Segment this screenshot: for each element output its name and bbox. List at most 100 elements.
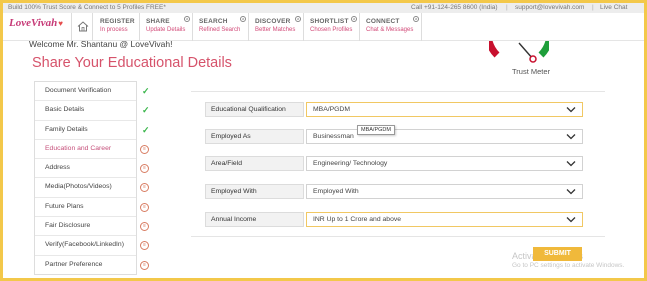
step-label: Document Verification	[45, 87, 112, 94]
annual-income-select[interactable]: INR Up to 1 Crore and above	[306, 212, 583, 227]
select-value: Employed With	[313, 188, 359, 195]
tooltip: MBA/PGDM	[357, 125, 395, 135]
topbar-separator: |	[592, 4, 594, 11]
step-label: Future Plans	[45, 202, 84, 210]
nav-subtitle: Chat & Messages	[366, 27, 414, 33]
step-family-details[interactable]: Family Details ✓	[35, 121, 150, 140]
step-label: Partner Preference	[45, 260, 103, 268]
form-row-qualification: Educational Qualification MBA/PGDM	[205, 102, 583, 117]
heart-icon: ♥	[58, 19, 64, 28]
topbar-separator: |	[506, 4, 508, 11]
nav-title: SEARCH	[199, 18, 228, 25]
chevron-down-icon	[566, 107, 576, 113]
promo-text[interactable]: Build 100% Trust Score & Connect to 5 Pr…	[8, 3, 166, 13]
select-value: Engineering/ Technology	[313, 160, 388, 167]
step-label: Family Details	[45, 125, 88, 133]
page-frame: Build 100% Trust Score & Connect to 5 Pr…	[0, 0, 647, 281]
pending-icon: ≡	[140, 183, 149, 193]
nav-title: DISCOVER	[255, 18, 291, 25]
step-partner-preference[interactable]: Partner Preference ≡	[35, 256, 149, 275]
home-icon	[77, 21, 89, 32]
step-document-verification[interactable]: Document Verification ✓	[35, 82, 150, 102]
check-icon: ✓	[142, 105, 150, 116]
step-address[interactable]: Address ≡	[35, 159, 149, 179]
step-label: Verify(Facebook/LinkedIn)	[45, 241, 124, 249]
nav-connect[interactable]: CONNECT Chat & Messages a	[360, 13, 422, 41]
logo-text: LoveVivah	[9, 17, 58, 29]
nav-search[interactable]: SEARCH Refined Search a	[193, 13, 249, 41]
form-row-area-field: Area/Field Engineering/ Technology	[205, 156, 583, 171]
lock-icon: a	[413, 16, 419, 22]
lock-icon: a	[184, 16, 190, 22]
lock-icon: a	[351, 16, 357, 22]
support-email-link[interactable]: support@lovevivah.com	[515, 3, 584, 13]
nav-subtitle: Better Matches	[255, 27, 296, 33]
pending-icon: ≡	[140, 260, 149, 270]
step-basic-details[interactable]: Basic Details ✓	[35, 101, 150, 121]
step-label: Address	[45, 164, 70, 172]
pending-icon: ≡	[140, 144, 149, 154]
chevron-down-icon	[566, 134, 576, 140]
step-label: Education and Career	[45, 144, 112, 152]
trust-meter-label: Trust Meter	[512, 67, 551, 76]
main-nav: LoveVivah♥ REGISTER In process SHARE Upd…	[3, 13, 644, 41]
step-label: Fair Disclosure	[45, 222, 91, 230]
welcome-text: Welcome Mr. Shantanu @ LoveVivah!	[29, 39, 173, 49]
nav-title: SHARE	[146, 18, 170, 25]
nav-title: CONNECT	[366, 18, 400, 25]
education-form: Educational Qualification MBA/PGDM Emplo…	[191, 91, 605, 237]
chevron-down-icon	[566, 189, 576, 195]
field-label: Educational Qualification	[205, 102, 304, 117]
submit-button[interactable]: SUBMIT	[533, 247, 582, 261]
step-future-plans[interactable]: Future Plans ≡	[35, 198, 149, 218]
page-title: Share Your Educational Details	[32, 55, 232, 71]
nav-subtitle: Chosen Profiles	[310, 27, 353, 33]
select-value: MBA/PGDM	[313, 106, 351, 113]
nav-share[interactable]: SHARE Update Details a	[140, 13, 193, 41]
trust-meter-gauge	[489, 41, 549, 63]
step-fair-disclosure[interactable]: Fair Disclosure ≡	[35, 217, 149, 237]
call-text: Call +91-124-265 8600 (India)	[411, 4, 498, 11]
select-value: Businessman	[313, 133, 354, 140]
top-bar: Build 100% Trust Score & Connect to 5 Pr…	[3, 3, 644, 13]
form-row-employed-with: Employed With Employed With	[205, 184, 583, 199]
field-label: Employed With	[205, 184, 304, 199]
windows-watermark-subtitle: Go to PC settings to activate Windows.	[512, 262, 625, 269]
select-value: INR Up to 1 Crore and above	[313, 216, 402, 223]
pending-icon: ≡	[140, 222, 149, 232]
nav-subtitle: Update Details	[146, 27, 186, 33]
nav-discover[interactable]: DISCOVER Better Matches a	[249, 13, 304, 41]
nav-subtitle: Refined Search	[199, 27, 241, 33]
employed-as-select[interactable]: Businessman	[306, 129, 583, 144]
steps-sidebar: Document Verification ✓ Basic Details ✓ …	[34, 81, 150, 275]
nav-title: SHORTLIST	[310, 18, 349, 25]
employed-with-select[interactable]: Employed With	[306, 184, 583, 199]
qualification-select[interactable]: MBA/PGDM	[306, 102, 583, 117]
field-label: Employed As	[205, 129, 304, 144]
logo[interactable]: LoveVivah♥	[9, 17, 63, 29]
field-label: Annual Income	[205, 212, 304, 227]
step-media[interactable]: Media(Photos/Videos) ≡	[35, 178, 149, 198]
field-label: Area/Field	[205, 156, 304, 171]
lock-icon: a	[240, 16, 246, 22]
step-label: Basic Details	[45, 106, 85, 114]
pending-icon: ≡	[140, 241, 149, 251]
chevron-down-icon	[566, 217, 576, 223]
form-row-annual-income: Annual Income INR Up to 1 Crore and abov…	[205, 212, 583, 227]
nav-title: REGISTER	[100, 18, 135, 25]
lock-icon: a	[295, 16, 301, 22]
nav-register[interactable]: REGISTER In process	[94, 13, 140, 41]
area-field-select[interactable]: Engineering/ Technology	[306, 156, 583, 171]
check-icon: ✓	[142, 86, 150, 96]
step-label: Media(Photos/Videos)	[45, 183, 112, 191]
nav-shortlist[interactable]: SHORTLIST Chosen Profiles a	[304, 13, 360, 41]
step-verify-social[interactable]: Verify(Facebook/LinkedIn) ≡	[35, 236, 149, 256]
step-education-and-career[interactable]: Education and Career ≡	[35, 140, 149, 160]
home-button[interactable]	[71, 13, 93, 41]
pending-icon: ≡	[140, 164, 149, 174]
check-icon: ✓	[142, 124, 150, 135]
live-chat-link[interactable]: Live Chat	[600, 3, 627, 13]
pending-icon: ≡	[140, 202, 149, 212]
nav-subtitle: In process	[100, 27, 128, 33]
chevron-down-icon	[566, 161, 576, 167]
